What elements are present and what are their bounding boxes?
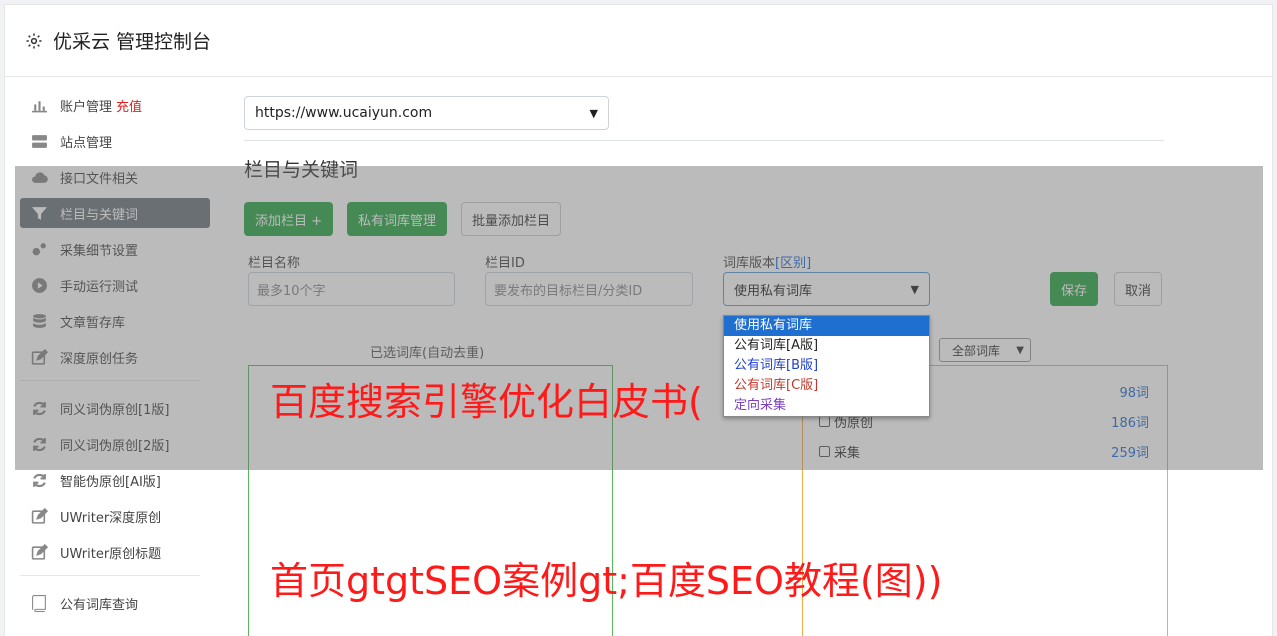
bar-chart-icon <box>32 100 47 112</box>
sidebar-item-uwriter-title[interactable]: UWriter原创标题 <box>20 537 210 567</box>
sidebar-item-label: UWriter深度原创 <box>60 510 162 526</box>
dropdown-option-public-b[interactable]: 公有词库[B版] <box>724 356 929 376</box>
sidebar-item-label: 智能伪原创[AI版] <box>60 474 161 490</box>
sidebar-item-label: UWriter原创标题 <box>60 546 162 562</box>
edit-icon <box>31 543 48 560</box>
divider <box>244 140 1164 141</box>
book-icon <box>32 594 46 612</box>
page-title: 优采云 管理控制台 <box>53 31 212 53</box>
library-version-dropdown: 使用私有词库 公有词库[A版] 公有词库[B版] 公有词库[C版] 定向采集 <box>723 315 930 417</box>
edit-icon <box>31 507 48 524</box>
sidebar-item-label: 公有词库查询 <box>60 597 139 613</box>
sidebar-item-account[interactable]: 账户管理 充值 <box>20 90 210 120</box>
watermark-text-2: 首页gtgtSEO案例gt;百度SEO教程(图)) <box>270 559 943 603</box>
site-select-value: https://www.ucaiyun.com <box>255 105 433 121</box>
chevron-down-icon: ▼ <box>589 106 598 120</box>
sidebar-item-label: 站点管理 <box>60 135 113 151</box>
sidebar-divider <box>20 575 200 576</box>
dropdown-option-directed[interactable]: 定向采集 <box>724 396 929 416</box>
header: 优采云 管理控制台 <box>5 5 1272 77</box>
refresh-icon <box>33 473 46 487</box>
site-select[interactable]: https://www.ucaiyun.com ▼ <box>244 96 609 130</box>
gear-icon <box>26 33 42 48</box>
sidebar-item-label: 账户管理 <box>60 99 113 115</box>
dropdown-option-private[interactable]: 使用私有词库 <box>724 316 929 336</box>
sidebar-item-sites[interactable]: 站点管理 <box>20 126 210 156</box>
sidebar-item-uwriter-deep[interactable]: UWriter深度原创 <box>20 501 210 531</box>
recharge-link[interactable]: 充值 <box>116 96 142 115</box>
dropdown-option-public-c[interactable]: 公有词库[C版] <box>724 376 929 396</box>
dropdown-option-public-a[interactable]: 公有词库[A版] <box>724 336 929 356</box>
server-icon <box>32 134 47 148</box>
sidebar-item-public-lib[interactable]: 公有词库查询 <box>20 588 210 618</box>
watermark-text-1: 百度搜索引擎优化白皮书( <box>270 380 703 424</box>
